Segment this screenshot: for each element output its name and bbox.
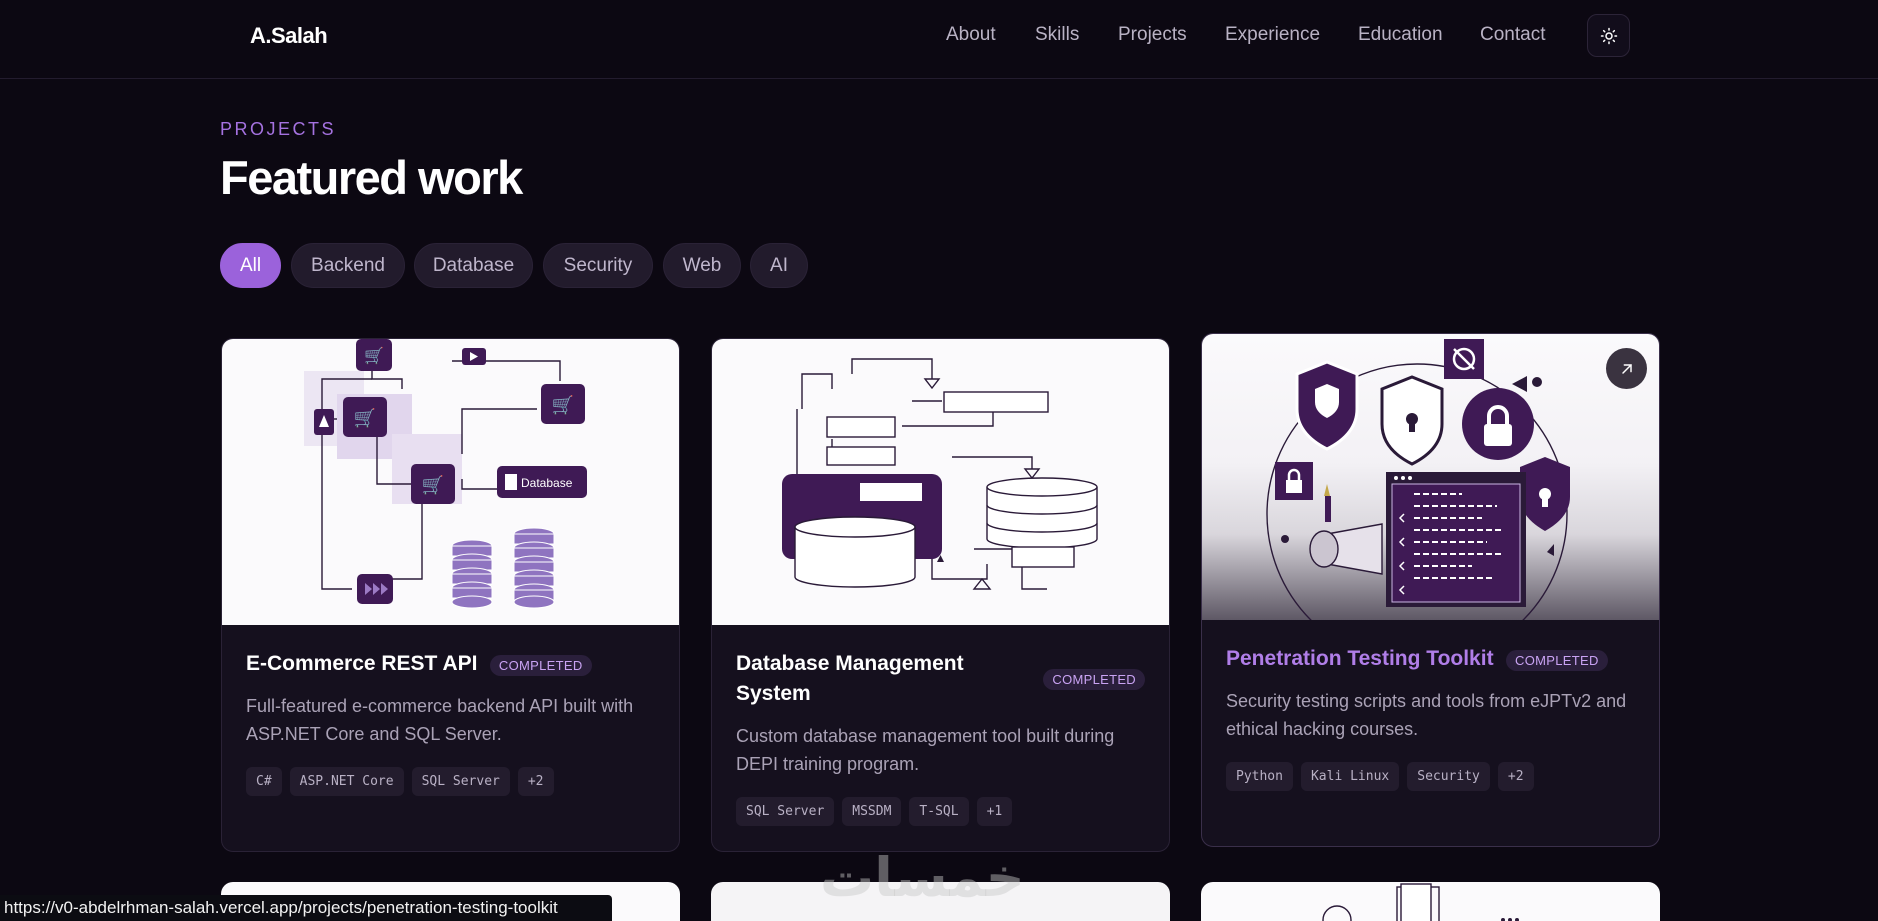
project-title[interactable]: Database Management System (736, 649, 1016, 709)
theme-toggle-button[interactable] (1587, 14, 1630, 57)
filter-all[interactable]: All (220, 243, 281, 288)
project-card-next-3[interactable] (1201, 882, 1660, 921)
nav-link-about[interactable]: About (946, 24, 996, 46)
svg-text:🛒: 🛒 (364, 346, 384, 365)
nav-link-skills[interactable]: Skills (1035, 24, 1079, 46)
project-thumbnail (712, 339, 1169, 625)
project-card-body: Database Management System COMPLETED Cus… (736, 649, 1145, 778)
filter-ai[interactable]: AI (750, 243, 808, 288)
tech-tag-more: +2 (1497, 762, 1534, 791)
nav-link-experience[interactable]: Experience (1225, 24, 1320, 46)
tech-tag: T-SQL (909, 797, 969, 826)
status-badge: COMPLETED (1506, 650, 1608, 672)
project-card-dbms[interactable]: Database Management System COMPLETED Cus… (711, 338, 1170, 852)
project-description: Custom database management tool built du… (736, 726, 1115, 774)
project-card-pentest[interactable]: Penetration Testing Toolkit COMPLETED Se… (1201, 333, 1660, 847)
tech-tag: ASP.NET Core (289, 767, 404, 796)
brand-logo[interactable]: A.Salah (250, 23, 328, 49)
nav-link-education[interactable]: Education (1358, 24, 1443, 46)
status-badge: COMPLETED (1043, 668, 1145, 690)
project-card-ecommerce[interactable]: 🛒 🛒 🛒 🛒 Database E-Commerce REST API COM… (221, 338, 680, 852)
status-bar-url: https://v0-abdelrhman-salah.vercel.app/p… (0, 895, 612, 921)
project-thumbnail (1202, 334, 1659, 665)
project-card-body: Penetration Testing Toolkit COMPLETED Se… (1226, 644, 1635, 743)
filter-database[interactable]: Database (414, 243, 533, 288)
section-title: Featured work (220, 151, 523, 204)
tech-tag: SQL Server (736, 797, 835, 826)
top-navigation: A.Salah About Skills Projects Experience… (0, 0, 1878, 79)
project-thumbnail: 🛒 🛒 🛒 🛒 Database (222, 339, 679, 625)
sun-icon (1600, 27, 1617, 44)
database-diagram-illustration (782, 358, 1098, 590)
project-description: Security testing scripts and tools from … (1226, 691, 1627, 739)
project-description: Full-featured e-commerce backend API bui… (246, 696, 634, 744)
tech-tag-more: +2 (517, 767, 554, 796)
tech-tags: Python Kali Linux Security +2 (1226, 762, 1534, 791)
nav-link-projects[interactable]: Projects (1118, 24, 1187, 46)
project-card-body: E-Commerce REST API COMPLETED Full-featu… (246, 649, 655, 748)
filter-web[interactable]: Web (663, 243, 741, 288)
status-badge: COMPLETED (489, 655, 592, 677)
tech-tag: Python (1226, 762, 1293, 791)
svg-text:🛒: 🛒 (354, 407, 376, 428)
ecommerce-illustration: 🛒 🛒 🛒 🛒 Database (304, 339, 587, 609)
open-project-button[interactable] (1606, 348, 1647, 389)
filter-backend[interactable]: Backend (291, 243, 405, 288)
tech-tags: C# ASP.NET Core SQL Server +2 (246, 767, 554, 796)
security-illustration (1266, 339, 1570, 665)
filter-security[interactable]: Security (543, 243, 653, 288)
svg-text:🛒: 🛒 (552, 394, 574, 415)
section-eyebrow: PROJECTS (220, 119, 337, 139)
project-title[interactable]: E-Commerce REST API (246, 652, 477, 675)
tech-tag: SQL Server (411, 767, 510, 796)
arrow-up-right-icon (1621, 363, 1632, 374)
database-thumb-label: Database (521, 476, 573, 490)
tech-tag: C# (246, 767, 282, 796)
tech-tag: Security (1407, 762, 1490, 791)
project-title[interactable]: Penetration Testing Toolkit (1226, 647, 1494, 670)
tech-tags: SQL Server MSSDM T-SQL +1 (736, 797, 1013, 826)
tech-tag-more: +1 (976, 797, 1013, 826)
tech-tag: Kali Linux (1300, 762, 1400, 791)
svg-text:🛒: 🛒 (422, 474, 444, 495)
next-card-illustration (1322, 883, 1519, 921)
watermark-logo: خمسات (820, 846, 1025, 909)
tech-tag: MSSDM (842, 797, 902, 826)
nav-link-contact[interactable]: Contact (1480, 24, 1545, 46)
